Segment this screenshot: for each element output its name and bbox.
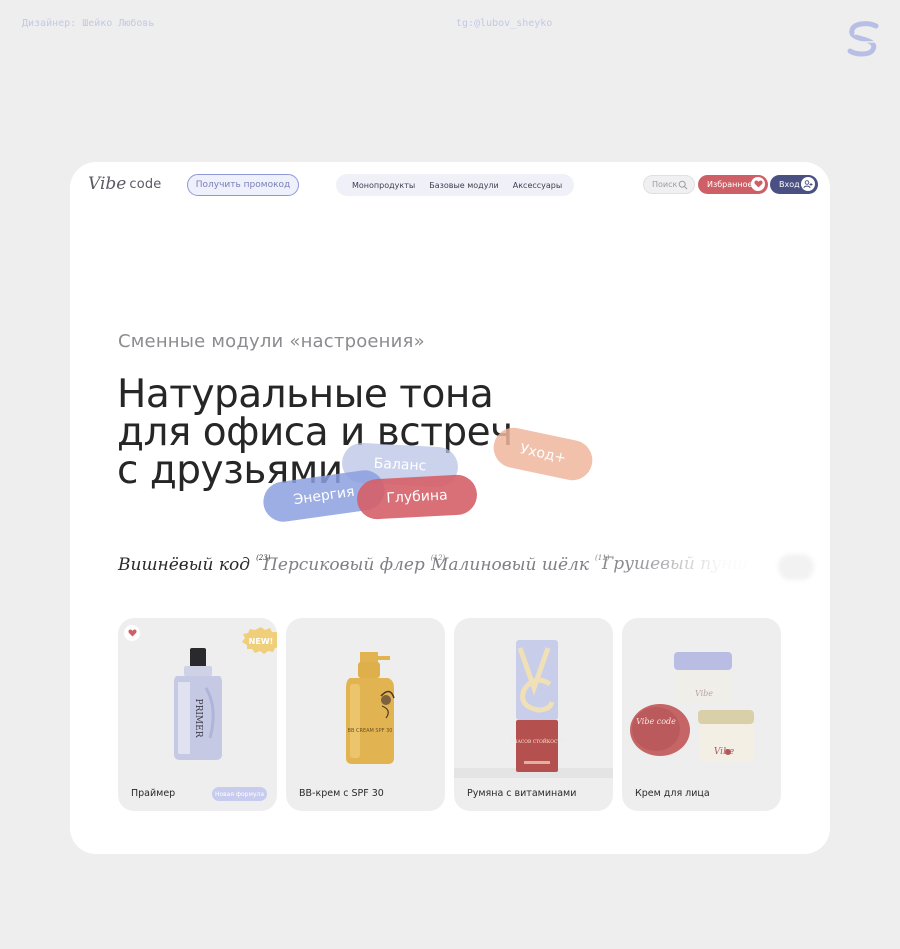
search-icon (678, 180, 688, 190)
login-label: Вход (779, 180, 800, 189)
tone-raspberry-silk[interactable]: Малиновый шёлк (11) (431, 554, 609, 575)
menu-item-accessories[interactable]: Аксессуары (513, 181, 562, 190)
svg-text:Vibe: Vibe (695, 689, 713, 698)
product-card-blush[interactable]: 8 ЧАСОВ СТОЙКОСТИ Румяна с витаминами (454, 618, 613, 811)
face-cream-jars-image: Vibe Vibe Vibe code (630, 652, 754, 762)
hero-subtitle: Сменные модули «настроения» (118, 331, 425, 352)
product-grid: PRIMER NEW! Праймер Новая формула BB CRE… (118, 618, 782, 812)
tone-peach-fleur[interactable]: Персиковый флер (12) (263, 554, 445, 575)
logo-code-text: code (129, 176, 162, 192)
product-name: Румяна с витаминами (467, 788, 577, 799)
headline-line-2: для офиса и встреч (117, 410, 513, 455)
favorite-heart-icon[interactable] (124, 625, 140, 641)
product-card-face-cream[interactable]: Vibe Vibe Vibe code Крем для лица (622, 618, 781, 811)
product-card-primer[interactable]: PRIMER NEW! Праймер Новая формула (118, 618, 277, 811)
primer-label-text: PRIMER (193, 699, 203, 738)
top-navigation: Vibe code Получить промокод Монопродукты… (70, 162, 830, 208)
pill-depth[interactable]: Глубина (356, 473, 478, 521)
product-name: ВВ-крем с SPF 30 (299, 788, 384, 799)
product-name: Праймер (131, 788, 176, 799)
get-promocode-button[interactable]: Получить промокод (187, 174, 299, 196)
telegram-handle[interactable]: tg:@lubov_sheyko (456, 18, 552, 29)
tone-name: Персиковый флер (263, 555, 425, 575)
new-badge-text: NEW! (249, 637, 274, 646)
favorites-label: Избранное (707, 180, 753, 189)
search-placeholder: Поиск (652, 180, 678, 189)
bb-cream-bottle-image: BB CREAM SPF 30 (346, 652, 395, 764)
user-add-icon (801, 177, 815, 191)
heart-icon (751, 177, 765, 191)
designer-credit: Дизайнер: Шейко Любовь (22, 18, 155, 29)
designer-logo-icon (847, 21, 879, 57)
product-card-bb-cream[interactable]: BB CREAM SPF 30 ВВ-крем с SPF 30 (286, 618, 445, 811)
cream-label-text: Vibe code (636, 717, 676, 726)
login-button[interactable]: Вход (770, 175, 818, 194)
search-input[interactable]: Поиск (643, 175, 695, 194)
tone-name: Вишнёвый код (118, 555, 251, 575)
tone-cherry-code[interactable]: Вишнёвый код (23) (118, 554, 270, 575)
bb-label-text: BB CREAM SPF 30 (348, 728, 393, 734)
new-formula-tag: Новая формула (212, 787, 267, 801)
hero-headline: Натуральные тона для офиса и встреч с др… (117, 372, 537, 490)
svg-text:Vibe: Vibe (714, 747, 734, 757)
tone-name: Малиновый шёлк (431, 555, 589, 575)
tones-scroll-handle[interactable] (778, 554, 814, 580)
blush-tube-image: 8 ЧАСОВ СТОЙКОСТИ (454, 640, 613, 778)
category-menu: Монопродукты Базовые модули Аксессуары (336, 174, 574, 196)
logo-vibe-text: Vibe (88, 174, 127, 194)
landing-page-card: Vibe code Получить промокод Монопродукты… (70, 162, 830, 854)
brand-logo[interactable]: Vibe code (88, 174, 162, 194)
favorites-button[interactable]: Избранное (698, 175, 768, 194)
product-name: Крем для лица (635, 788, 710, 799)
menu-item-base-modules[interactable]: Базовые модули (429, 181, 499, 190)
headline-line-1: Натуральные тона (117, 372, 494, 417)
menu-item-monoproducts[interactable]: Монопродукты (352, 181, 415, 190)
new-badge-icon: NEW! (242, 627, 277, 654)
